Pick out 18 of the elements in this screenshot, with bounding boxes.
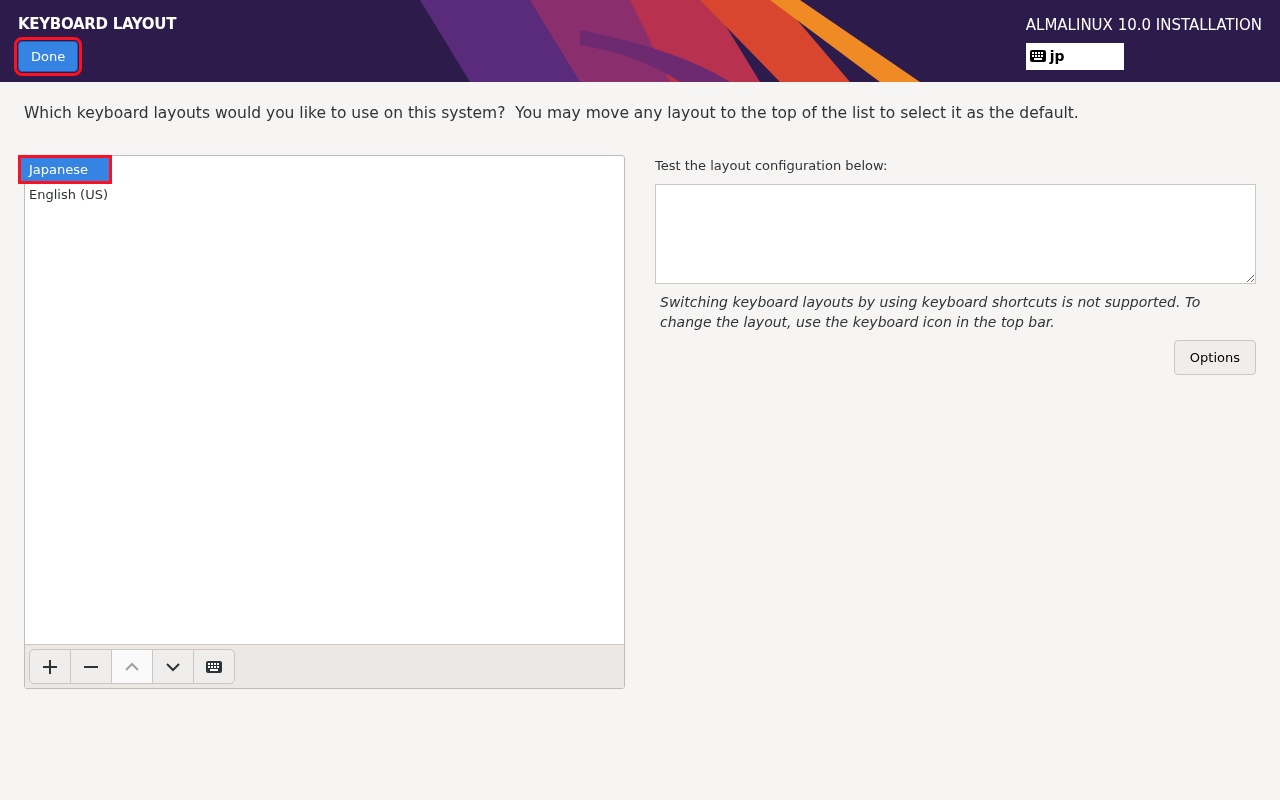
instructions-text: Which keyboard layouts would you like to use on this system? You may move any layout to the top of the list to select it as the default.: [23, 103, 1080, 124]
add-layout-button[interactable]: [29, 649, 71, 685]
options-button[interactable]: Options: [1173, 339, 1256, 376]
layout-code: jp: [1049, 46, 1065, 66]
shortcut-note: Switching keyboard layouts by using keyboard shortcuts is not supported. To change the layout, use the keyboard icon in the top bar.: [659, 292, 1202, 332]
layout-item[interactable]: English (US): [25, 182, 624, 208]
layout-item[interactable]: Japanese: [20, 157, 110, 183]
plus-icon: [42, 658, 58, 675]
keyboard-layout-button[interactable]: [193, 649, 235, 685]
page-title: KEYBOARD LAYOUT: [18, 14, 177, 35]
test-label: Test the layout configuration below:: [655, 157, 889, 176]
keyboard-icon: [206, 658, 222, 675]
test-input-field[interactable]: [655, 183, 1256, 284]
down-layout-button[interactable]: [152, 649, 194, 685]
minus-icon: [83, 665, 99, 668]
product-title: ALMALINUX 10.0 INSTALLATION: [1025, 15, 1262, 36]
keyboard-layout-indicator[interactable]: jp: [1025, 42, 1124, 70]
keyboard-icon: [1029, 50, 1046, 62]
